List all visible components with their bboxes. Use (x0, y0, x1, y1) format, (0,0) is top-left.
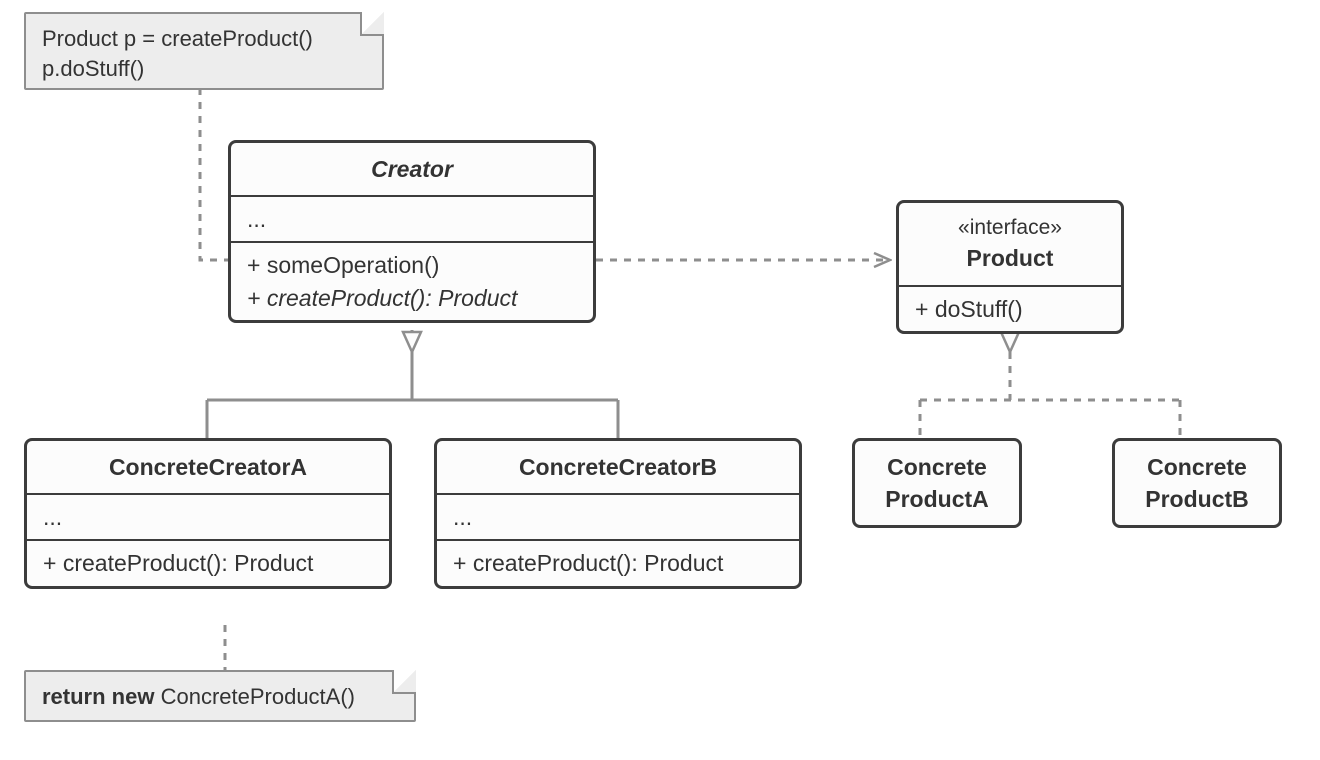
class-concrete-product-a: Concrete ProductA (852, 438, 1022, 528)
operation-abstract: + createProduct(): Product (247, 282, 577, 314)
note-fold-icon (392, 670, 416, 694)
note-some-operation: Product p = createProduct() p.doStuff() (24, 12, 384, 90)
class-operations: + someOperation() + createProduct(): Pro… (231, 241, 593, 319)
keyword: return new (42, 684, 154, 709)
class-operations: + doStuff() (899, 285, 1121, 331)
note-line: Product p = createProduct() (42, 24, 366, 54)
operation: + createProduct(): Product (453, 547, 783, 579)
operation: + createProduct(): Product (43, 547, 373, 579)
class-title: ConcreteCreatorA (27, 441, 389, 493)
class-title: Creator (231, 143, 593, 195)
class-concrete-creator-a: ConcreteCreatorA ... + createProduct(): … (24, 438, 392, 589)
operation: + doStuff() (915, 293, 1105, 325)
class-concrete-product-b: Concrete ProductB (1112, 438, 1282, 528)
note-line: p.doStuff() (42, 54, 366, 84)
class-attributes: ... (437, 493, 799, 539)
note-fold-icon (360, 12, 384, 36)
class-name: Product (967, 245, 1054, 271)
class-creator: Creator ... + someOperation() + createPr… (228, 140, 596, 323)
class-name-line: ProductB (1123, 483, 1271, 515)
class-name-line: ProductA (863, 483, 1011, 515)
note-text: ConcreteProductA() (154, 684, 355, 709)
class-operations: + createProduct(): Product (437, 539, 799, 585)
class-name-line: Concrete (1123, 451, 1271, 483)
class-attributes: ... (27, 493, 389, 539)
note-line: return new ConcreteProductA() (42, 684, 355, 709)
class-title: ConcreteCreatorB (437, 441, 799, 493)
connectors (0, 0, 1320, 760)
class-title: «interface» Product (899, 203, 1121, 285)
class-title: Concrete ProductB (1115, 441, 1279, 525)
class-title: Concrete ProductA (855, 441, 1019, 525)
interface-product: «interface» Product + doStuff() (896, 200, 1124, 334)
operation: + someOperation() (247, 249, 577, 281)
stereotype: «interface» (915, 213, 1105, 242)
class-attributes: ... (231, 195, 593, 241)
class-operations: + createProduct(): Product (27, 539, 389, 585)
class-name-line: Concrete (863, 451, 1011, 483)
class-concrete-creator-b: ConcreteCreatorB ... + createProduct(): … (434, 438, 802, 589)
note-create-product: return new ConcreteProductA() (24, 670, 416, 722)
uml-diagram: Product p = createProduct() p.doStuff() … (0, 0, 1320, 760)
